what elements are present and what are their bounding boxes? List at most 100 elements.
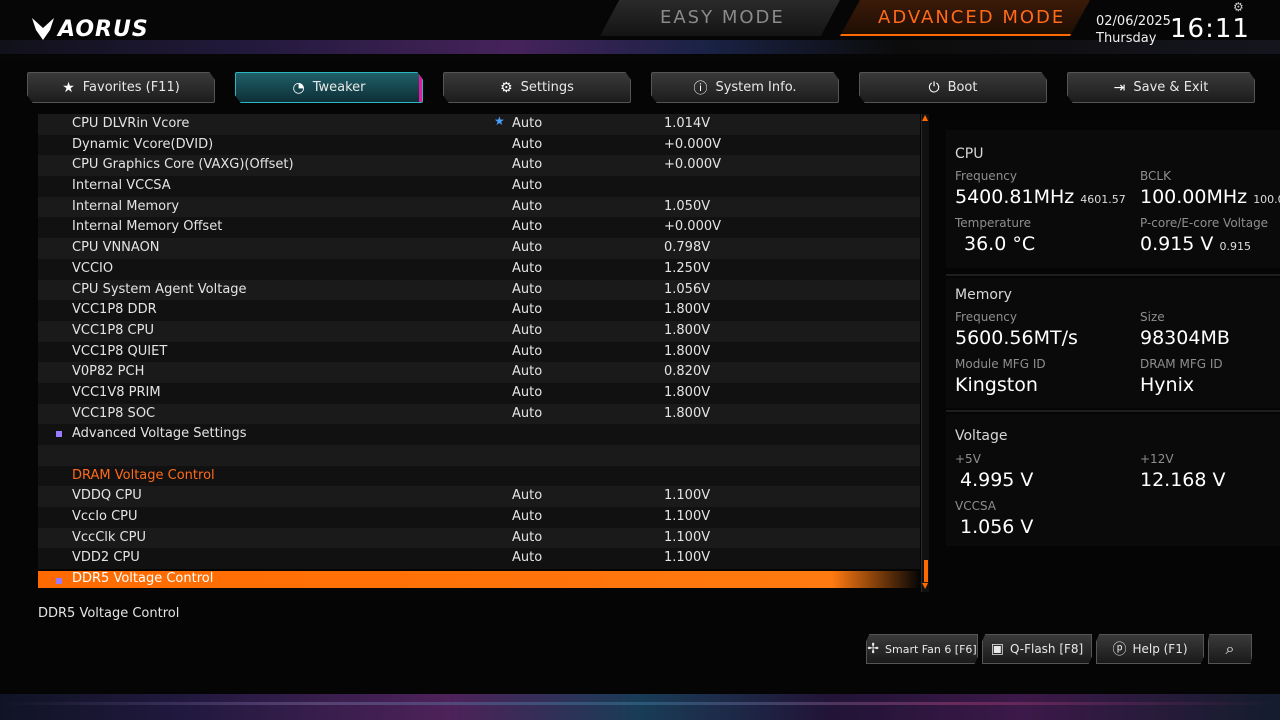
- header-light-streak: [0, 40, 1280, 54]
- vccsa-value: 1.056 V: [960, 516, 1034, 538]
- item-description: DDR5 Voltage Control: [38, 606, 180, 621]
- tab-settings[interactable]: ⚙ Settings: [443, 72, 631, 103]
- setting-mode[interactable]: Auto: [512, 240, 542, 255]
- dram-mfg-label: DRAM MFG ID: [1140, 357, 1223, 371]
- setting-current-value: 1.100V: [664, 529, 711, 545]
- help-button[interactable]: ⓟ Help (F1): [1096, 634, 1204, 664]
- setting-row[interactable]: CPU VNNAON Auto 0.798V: [38, 238, 920, 259]
- setting-current-value: 1.056V: [664, 281, 711, 297]
- scroll-thumb[interactable]: [924, 560, 928, 582]
- setting-mode[interactable]: Auto: [512, 323, 542, 338]
- setting-row[interactable]: VDDQ CPU Auto 1.100V: [38, 486, 920, 508]
- smart-fan-button[interactable]: ✢ Smart Fan 6 [F6]: [866, 634, 978, 664]
- setting-name: Internal Memory: [72, 198, 180, 214]
- setting-current-value: 1.800V: [664, 343, 711, 359]
- settings-gear-icon[interactable]: ⚙: [1233, 0, 1244, 14]
- setting-row[interactable]: CPU Graphics Core (VAXG)(Offset) Auto +0.0…: [38, 155, 920, 177]
- setting-mode[interactable]: Auto: [512, 488, 542, 503]
- setting-mode[interactable]: Auto: [512, 199, 542, 214]
- setting-mode[interactable]: Auto: [512, 157, 542, 172]
- setting-row[interactable]: Internal Memory Offset Auto +0.000V: [38, 217, 920, 239]
- advanced-mode-button[interactable]: ADVANCED MODE: [840, 0, 1090, 36]
- tab-label: Favorites (F11): [82, 80, 180, 95]
- setting-name: CPU System Agent Voltage: [72, 281, 247, 297]
- temperature-label: Temperature: [955, 216, 1032, 230]
- setting-row[interactable]: Internal Memory Auto 1.050V: [38, 196, 920, 218]
- speedometer-icon: ◔: [292, 79, 305, 96]
- setting-row[interactable]: VCC1V8 PRIM Auto 1.800V: [38, 382, 920, 404]
- setting-current-value: 1.800V: [664, 405, 711, 421]
- tab-system-info[interactable]: ⓘ System Info.: [651, 72, 839, 103]
- setting-row[interactable]: V0P82 PCH Auto 0.820V: [38, 362, 920, 383]
- setting-row[interactable]: VCC1P8 DDR Auto 1.800V: [38, 300, 920, 321]
- module-mfg-label: Module MFG ID: [955, 357, 1046, 371]
- setting-name: CPU DLVRin Vcore: [72, 116, 190, 131]
- setting-mode[interactable]: Auto: [512, 116, 542, 131]
- easy-mode-label: EASY MODE: [660, 7, 785, 28]
- v5-value: 4.995 V: [960, 469, 1034, 491]
- setting-mode[interactable]: Auto: [512, 385, 542, 400]
- setting-row[interactable]: VccClk CPU Auto 1.100V: [38, 527, 920, 549]
- tab-tweaker[interactable]: ◔ Tweaker: [235, 72, 423, 103]
- tab-label: Settings: [520, 80, 574, 95]
- tab-save-exit[interactable]: ⇥ Save & Exit: [1067, 72, 1255, 103]
- setting-mode[interactable]: Auto: [512, 261, 542, 276]
- setting-current-value: 1.800V: [664, 322, 711, 338]
- setting-row[interactable]: CPU DLVRin Vcore ★ Auto 1.014V: [38, 114, 920, 135]
- setting-name: VCC1P8 DDR: [72, 302, 157, 318]
- submenu-item[interactable]: DDR5 Voltage Control: [38, 571, 920, 589]
- tab-boot[interactable]: ⏻ Boot: [859, 72, 1047, 103]
- setting-mode[interactable]: Auto: [512, 530, 542, 545]
- q-flash-button[interactable]: ▣ Q-Flash [F8]: [982, 634, 1092, 664]
- setting-name: Internal VCCSA: [72, 178, 171, 194]
- memory-group: Memory Frequency 5600.56MT/s Size 98304M…: [946, 278, 1280, 408]
- setting-row[interactable]: Dynamic Vcore(DVID) Auto +0.000V: [38, 134, 920, 156]
- exit-icon: ⇥: [1113, 79, 1126, 96]
- setting-mode[interactable]: Auto: [512, 406, 542, 421]
- setting-current-value: 1.050V: [664, 198, 711, 214]
- setting-row[interactable]: VCC1P8 QUIET Auto 1.800V: [38, 341, 920, 363]
- setting-mode[interactable]: Auto: [512, 364, 542, 379]
- setting-row[interactable]: VccIo CPU Auto 1.100V: [38, 507, 920, 528]
- setting-mode[interactable]: Auto: [512, 550, 542, 565]
- setting-row[interactable]: Internal VCCSA Auto: [38, 176, 920, 197]
- setting-current-value: +0.000V: [664, 157, 722, 173]
- setting-mode[interactable]: Auto: [512, 302, 542, 317]
- submenu-item[interactable]: Advanced Voltage Settings: [38, 424, 920, 445]
- setting-mode[interactable]: Auto: [512, 344, 542, 359]
- temperature-value: 36.0 °C: [964, 233, 1036, 255]
- star-icon: ★: [62, 79, 75, 96]
- gear-icon: ⚙: [500, 79, 513, 96]
- cpu-group: CPU Frequency 5400.81MHz 4601.57 BCLK 10…: [946, 130, 1280, 268]
- voltage-group: Voltage +5V 4.995 V +12V 12.168 V VCCSA …: [946, 414, 1280, 546]
- dram-mfg-value: Hynix: [1140, 374, 1195, 396]
- favorite-star-icon[interactable]: ★: [494, 114, 505, 128]
- setting-mode[interactable]: Auto: [512, 282, 542, 297]
- button-label: Q-Flash [F8]: [1009, 642, 1084, 656]
- setting-row[interactable]: VCC1P8 SOC Auto 1.800V: [38, 403, 920, 425]
- scroll-down-icon[interactable]: ▼: [922, 582, 930, 590]
- setting-row[interactable]: CPU System Agent Voltage Auto 1.056V: [38, 279, 920, 301]
- memory-size-label: Size: [1140, 310, 1165, 324]
- tab-favorites[interactable]: ★ Favorites (F11): [27, 72, 215, 103]
- list-scrollbar[interactable]: ▲ ▼: [921, 114, 929, 592]
- easy-mode-button[interactable]: EASY MODE: [600, 0, 840, 36]
- setting-mode[interactable]: Auto: [512, 219, 542, 234]
- setting-current-value: 1.100V: [664, 488, 711, 504]
- setting-mode[interactable]: Auto: [512, 137, 542, 152]
- setting-row[interactable]: VDD2 CPU Auto 1.100V: [38, 548, 920, 570]
- setting-row[interactable]: VCCIO Auto 1.250V: [38, 258, 920, 280]
- scroll-up-icon[interactable]: ▲: [922, 114, 930, 122]
- setting-current-value: 1.100V: [664, 550, 711, 566]
- button-label: Help (F1): [1132, 642, 1188, 656]
- setting-mode[interactable]: Auto: [512, 178, 542, 193]
- memory-size-value: 98304MB: [1140, 327, 1230, 349]
- search-button[interactable]: ⌕: [1208, 634, 1252, 664]
- setting-row[interactable]: VCC1P8 CPU Auto 1.800V: [38, 320, 920, 342]
- voltage-settings-list: CPU DLVRin Vcore ★ Auto 1.014V Dynamic Vcore…: [38, 114, 920, 590]
- date-block: 02/06/2025 Thursday: [1096, 13, 1171, 47]
- footer-light-streak: [0, 694, 1280, 720]
- chip-icon: ▣: [990, 641, 1004, 657]
- bclk-label: BCLK: [1140, 169, 1171, 183]
- setting-mode[interactable]: Auto: [512, 509, 542, 524]
